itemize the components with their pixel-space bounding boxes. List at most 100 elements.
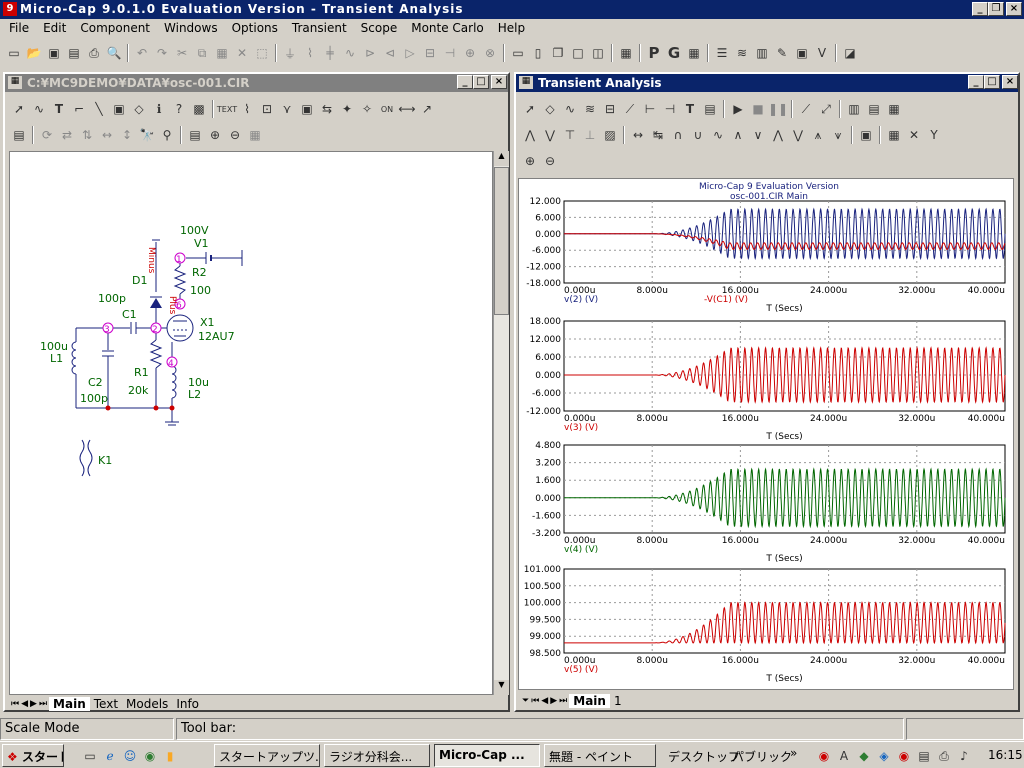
analysis-close-button[interactable]: × bbox=[1002, 75, 1018, 89]
max-icon[interactable]: ⩚ bbox=[808, 125, 828, 145]
properties-icon[interactable]: ▤ bbox=[9, 125, 29, 145]
update-icon[interactable]: ◉ bbox=[894, 746, 914, 766]
tube-x1[interactable] bbox=[166, 314, 194, 342]
messenger-icon[interactable]: ☺ bbox=[120, 746, 140, 766]
performance-tag-icon[interactable]: ⊣ bbox=[660, 99, 680, 119]
select-all-icon[interactable]: ⬚ bbox=[252, 43, 272, 63]
display-icon[interactable]: ▣ bbox=[792, 43, 812, 63]
high-icon[interactable]: ⊤ bbox=[560, 125, 580, 145]
stop-icon[interactable]: ■ bbox=[748, 99, 768, 119]
flip-v-icon[interactable]: ⇅ bbox=[77, 125, 97, 145]
flip-h-icon[interactable]: ⇄ bbox=[57, 125, 77, 145]
calculator-icon[interactable]: ▦ bbox=[616, 43, 636, 63]
shapes-icon[interactable]: ◇ bbox=[129, 99, 149, 119]
save-icon[interactable]: ▣ bbox=[44, 43, 64, 63]
scroll-down-icon[interactable]: ▼ bbox=[494, 680, 509, 695]
text-icon[interactable]: T bbox=[680, 99, 700, 119]
wire-icon[interactable]: ∿ bbox=[29, 99, 49, 119]
task-paint[interactable]: 無題 - ペイント bbox=[544, 744, 656, 767]
analysis-maximize-button[interactable]: □ bbox=[984, 75, 1000, 89]
restore-button[interactable]: ❐ bbox=[988, 2, 1004, 16]
horizontal-tag-icon[interactable]: ⊢ bbox=[640, 99, 660, 119]
pause-icon[interactable]: ❚❚ bbox=[768, 99, 788, 119]
zoom-fit-icon[interactable]: ▦ bbox=[245, 125, 265, 145]
text-toggle-icon[interactable]: TEXT bbox=[217, 99, 237, 119]
mirror-icon[interactable]: ◪ bbox=[840, 43, 860, 63]
g-key-icon[interactable]: G bbox=[664, 43, 684, 63]
min-icon[interactable]: ⩛ bbox=[828, 125, 848, 145]
inductor-icon[interactable]: ∿ bbox=[340, 43, 360, 63]
plot-area[interactable]: Micro-Cap 9 Evaluation Version osc-001.C… bbox=[518, 178, 1014, 690]
cascade-icon[interactable]: ❐ bbox=[548, 43, 568, 63]
chrome-icon[interactable]: ◉ bbox=[140, 746, 160, 766]
line-tool-icon[interactable]: ╲ bbox=[89, 99, 109, 119]
peak-icon[interactable]: ⋀ bbox=[520, 125, 540, 145]
grid-toggle-icon[interactable]: ▦ bbox=[884, 99, 904, 119]
menu-options[interactable]: Options bbox=[225, 19, 285, 38]
source-icon[interactable]: ⊕ bbox=[460, 43, 480, 63]
menu-component[interactable]: Component bbox=[73, 19, 157, 38]
menu-monte-carlo[interactable]: Monte Carlo bbox=[404, 19, 491, 38]
app-tray-icon[interactable]: ◉ bbox=[814, 746, 834, 766]
menu-file[interactable]: File bbox=[2, 19, 36, 38]
tile-horizontal-icon[interactable]: ▭ bbox=[508, 43, 528, 63]
menu-edit[interactable]: Edit bbox=[36, 19, 73, 38]
tab-models[interactable]: Models bbox=[122, 697, 172, 711]
probe-icon[interactable]: ✎ bbox=[772, 43, 792, 63]
table-icon[interactable]: ▦ bbox=[884, 125, 904, 145]
low-icon[interactable]: ⊥ bbox=[580, 125, 600, 145]
mirror-x-icon[interactable]: ↔ bbox=[97, 125, 117, 145]
delete-icon[interactable]: ✕ bbox=[232, 43, 252, 63]
info-icon[interactable]: ℹ bbox=[149, 99, 169, 119]
rotate-icon[interactable]: ⟳ bbox=[37, 125, 57, 145]
schematic-maximize-button[interactable]: □ bbox=[473, 75, 489, 89]
power-flow-icon[interactable]: ✦ bbox=[337, 99, 357, 119]
left-right-icon[interactable]: ↔ bbox=[628, 125, 648, 145]
tab-nav-icon[interactable]: ⏮◀▶⏭ bbox=[11, 699, 49, 709]
binoculars-icon[interactable]: ⚲ bbox=[157, 125, 177, 145]
properties-icon[interactable]: ▤ bbox=[700, 99, 720, 119]
schematic-vscroll[interactable]: ▲ ▼ bbox=[493, 151, 509, 695]
linear-x-icon[interactable]: ⟋ bbox=[796, 99, 816, 119]
battery-v1[interactable] bbox=[186, 250, 243, 266]
tile-vertical-icon[interactable]: ▯ bbox=[528, 43, 548, 63]
point-to-end-icon[interactable]: ▩ bbox=[189, 99, 209, 119]
cut-icon[interactable]: ✂ bbox=[172, 43, 192, 63]
token-icon[interactable]: ▤ bbox=[864, 99, 884, 119]
save-all-icon[interactable]: ▤ bbox=[64, 43, 84, 63]
folder-icon[interactable]: ▮ bbox=[160, 746, 180, 766]
volume-icon[interactable]: ♪ bbox=[954, 746, 974, 766]
shapes-icon[interactable]: ◇ bbox=[540, 99, 560, 119]
close-button[interactable]: × bbox=[1006, 2, 1022, 16]
scroll-thumb[interactable] bbox=[494, 167, 509, 315]
switch-icon[interactable]: ⊣ bbox=[440, 43, 460, 63]
print-preview-icon[interactable]: 🔍 bbox=[104, 43, 124, 63]
current-icon[interactable]: ✧ bbox=[357, 99, 377, 119]
open-folder-icon[interactable]: 📂 bbox=[24, 43, 44, 63]
select-mode-icon[interactable]: ➚ bbox=[9, 99, 29, 119]
node-number-icon[interactable]: ⊡ bbox=[257, 99, 277, 119]
inductor-l2[interactable] bbox=[165, 342, 179, 426]
schematic-close-button[interactable]: × bbox=[491, 75, 507, 89]
mirror-y-icon[interactable]: ↕ bbox=[117, 125, 137, 145]
schematic-minimize-button[interactable]: _ bbox=[457, 75, 473, 89]
redo-icon[interactable]: ↷ bbox=[152, 43, 172, 63]
page-icon[interactable]: ▤ bbox=[185, 125, 205, 145]
start-button[interactable]: ❖ スタート bbox=[2, 744, 64, 767]
task-microcap[interactable]: Micro-Cap ... bbox=[434, 744, 540, 767]
opamp-icon[interactable]: ▷ bbox=[400, 43, 420, 63]
run-icon[interactable]: ▶ bbox=[728, 99, 748, 119]
scale-mode-icon[interactable]: ∿ bbox=[560, 99, 580, 119]
ground-icon[interactable]: ⏚ bbox=[280, 43, 300, 63]
printer-icon[interactable]: ⎙ bbox=[934, 746, 954, 766]
valley-next-icon[interactable]: ∪ bbox=[688, 125, 708, 145]
copy-icon[interactable]: ⧉ bbox=[192, 43, 212, 63]
flow-icon[interactable]: ⇆ bbox=[317, 99, 337, 119]
menu-scope[interactable]: Scope bbox=[354, 19, 405, 38]
bars-icon[interactable]: ▥ bbox=[752, 43, 772, 63]
vd-icon[interactable]: V bbox=[812, 43, 832, 63]
waveform-icon[interactable]: ≋ bbox=[732, 43, 752, 63]
paste-icon[interactable]: ▦ bbox=[212, 43, 232, 63]
menu-windows[interactable]: Windows bbox=[157, 19, 225, 38]
peak-next-icon[interactable]: ∩ bbox=[668, 125, 688, 145]
